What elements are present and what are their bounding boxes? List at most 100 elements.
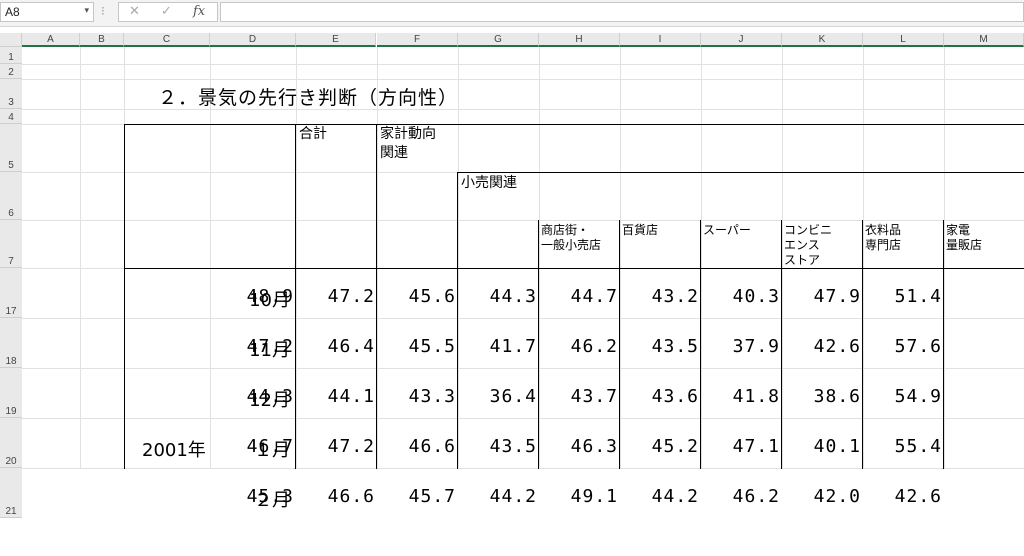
table-border-c2 bbox=[619, 220, 620, 469]
table-border-left bbox=[124, 124, 125, 469]
table-cell[interactable]: 42.6 bbox=[785, 336, 861, 357]
table-cell[interactable]: 46.2 bbox=[542, 336, 618, 357]
subheader-4-line1: 衣料品 bbox=[865, 223, 902, 237]
formula-buttons: ✕ ✓ fx bbox=[118, 2, 218, 22]
name-box[interactable]: A8 ▾ bbox=[0, 2, 94, 22]
table-cell[interactable]: 45.5 bbox=[380, 336, 456, 357]
table-cell[interactable]: 47.9 bbox=[785, 286, 861, 307]
table-cell[interactable]: 54.9 bbox=[866, 386, 942, 407]
more-options-icon[interactable]: ⁝ bbox=[101, 4, 105, 18]
table-cell[interactable]: 46.7 bbox=[218, 436, 294, 457]
column-header-f[interactable]: F bbox=[377, 33, 458, 47]
table-cell[interactable]: 51.4 bbox=[866, 286, 942, 307]
formula-bar: A8 ▾ ⁝ ✕ ✓ fx bbox=[0, 0, 1024, 27]
table-cell[interactable]: 40.1 bbox=[785, 436, 861, 457]
column-header-k[interactable]: K bbox=[782, 33, 863, 47]
table-cell[interactable]: 43.7 bbox=[542, 386, 618, 407]
formula-input[interactable] bbox=[220, 2, 1024, 22]
table-cell[interactable]: 46.4 bbox=[299, 336, 375, 357]
row-header-17[interactable]: 17 bbox=[0, 268, 22, 318]
column-header-m[interactable]: M bbox=[944, 33, 1024, 47]
cancel-icon[interactable]: ✕ bbox=[129, 4, 140, 19]
row-header-1[interactable]: 1 bbox=[0, 47, 22, 64]
table-cell[interactable]: 41.8 bbox=[704, 386, 780, 407]
column-header-i[interactable]: I bbox=[620, 33, 701, 47]
table-cell[interactable]: 43.6 bbox=[623, 386, 699, 407]
table-cell[interactable]: 44.7 bbox=[542, 286, 618, 307]
table-cell[interactable]: 43.3 bbox=[380, 386, 456, 407]
row-header-20[interactable]: 20 bbox=[0, 418, 22, 468]
table-cell[interactable]: 43.2 bbox=[623, 286, 699, 307]
column-header-h[interactable]: H bbox=[539, 33, 620, 47]
table-border-c6 bbox=[943, 220, 944, 469]
row-header-18[interactable]: 18 bbox=[0, 318, 22, 368]
table-cell[interactable]: 45.2 bbox=[623, 436, 699, 457]
gridline-v bbox=[458, 47, 459, 469]
column-header-a[interactable]: A bbox=[22, 33, 80, 47]
table-cell[interactable]: 43.5 bbox=[461, 436, 537, 457]
table-cell[interactable]: 42.6 bbox=[866, 486, 942, 507]
table-cell[interactable]: 44.3 bbox=[218, 386, 294, 407]
subheader-2-line1: スーパー bbox=[703, 223, 751, 237]
table-cell[interactable]: 55.4 bbox=[866, 436, 942, 457]
gridline-v bbox=[377, 47, 378, 469]
table-cell[interactable]: 46.6 bbox=[380, 436, 456, 457]
table-border-c3 bbox=[700, 220, 701, 469]
table-cell[interactable]: 49.1 bbox=[542, 486, 618, 507]
subheader-3-line1: コンビニ bbox=[784, 223, 833, 237]
column-header-d[interactable]: D bbox=[210, 33, 296, 47]
column-header-c[interactable]: C bbox=[124, 33, 210, 47]
gridline-v bbox=[701, 47, 702, 469]
column-header-b[interactable]: B bbox=[80, 33, 124, 47]
table-cell[interactable]: 41.7 bbox=[461, 336, 537, 357]
insert-function-icon[interactable]: fx bbox=[193, 4, 205, 19]
table-cell[interactable]: 38.6 bbox=[785, 386, 861, 407]
row-header-2[interactable]: 2 bbox=[0, 64, 22, 79]
gridline-h bbox=[22, 318, 1024, 319]
table-cell[interactable]: 57.6 bbox=[866, 336, 942, 357]
column-header-e[interactable]: E bbox=[296, 33, 376, 47]
table-cell[interactable]: 37.9 bbox=[704, 336, 780, 357]
column-header-l[interactable]: L bbox=[863, 33, 944, 47]
row-header-3[interactable]: 3 bbox=[0, 79, 22, 109]
gridline-h bbox=[22, 220, 1024, 221]
row-header-21[interactable]: 21 bbox=[0, 468, 22, 518]
table-cell[interactable]: 47.2 bbox=[218, 336, 294, 357]
table-cell[interactable]: 36.4 bbox=[461, 386, 537, 407]
gridline-v bbox=[620, 47, 621, 469]
table-cell[interactable]: 44.1 bbox=[299, 386, 375, 407]
table-border-top bbox=[124, 124, 1024, 125]
chevron-down-icon[interactable]: ▾ bbox=[84, 5, 89, 16]
table-cell[interactable]: 45.6 bbox=[380, 286, 456, 307]
table-cell[interactable]: 44.2 bbox=[623, 486, 699, 507]
table-cell[interactable]: 46.2 bbox=[704, 486, 780, 507]
table-cell[interactable]: 47.2 bbox=[299, 286, 375, 307]
table-cell[interactable]: 43.5 bbox=[623, 336, 699, 357]
select-all-corner[interactable] bbox=[0, 33, 22, 47]
table-cell[interactable]: 46.6 bbox=[299, 486, 375, 507]
table-border-retail bbox=[457, 172, 458, 469]
row-header-6[interactable]: 6 bbox=[0, 172, 22, 220]
subheader-5-line2: 量販店 bbox=[946, 238, 983, 252]
table-cell[interactable]: 44.2 bbox=[461, 486, 537, 507]
table-cell[interactable]: 47.2 bbox=[299, 436, 375, 457]
table-border-header-bottom bbox=[124, 268, 1024, 269]
row-header-5[interactable]: 5 bbox=[0, 124, 22, 172]
table-cell[interactable]: 47.1 bbox=[704, 436, 780, 457]
table-cell[interactable]: 44.3 bbox=[461, 286, 537, 307]
row-header-19[interactable]: 19 bbox=[0, 368, 22, 418]
header-household-line1: 家計動向 bbox=[380, 126, 436, 142]
column-header-j[interactable]: J bbox=[701, 33, 782, 47]
table-cell[interactable]: 40.3 bbox=[704, 286, 780, 307]
table-cell[interactable]: 46.3 bbox=[542, 436, 618, 457]
table-border-total bbox=[295, 124, 296, 469]
column-header-g[interactable]: G bbox=[458, 33, 539, 47]
enter-icon[interactable]: ✓ bbox=[161, 4, 172, 19]
table-cell[interactable]: 48.9 bbox=[218, 286, 294, 307]
sheet-title: ２．景気の先行き判断（方向性） bbox=[158, 87, 459, 109]
row-header-7[interactable]: 7 bbox=[0, 220, 22, 268]
table-cell[interactable]: 42.0 bbox=[785, 486, 861, 507]
table-cell[interactable]: 45.7 bbox=[380, 486, 456, 507]
row-header-4[interactable]: 4 bbox=[0, 109, 22, 124]
table-cell[interactable]: 45.3 bbox=[218, 486, 294, 507]
